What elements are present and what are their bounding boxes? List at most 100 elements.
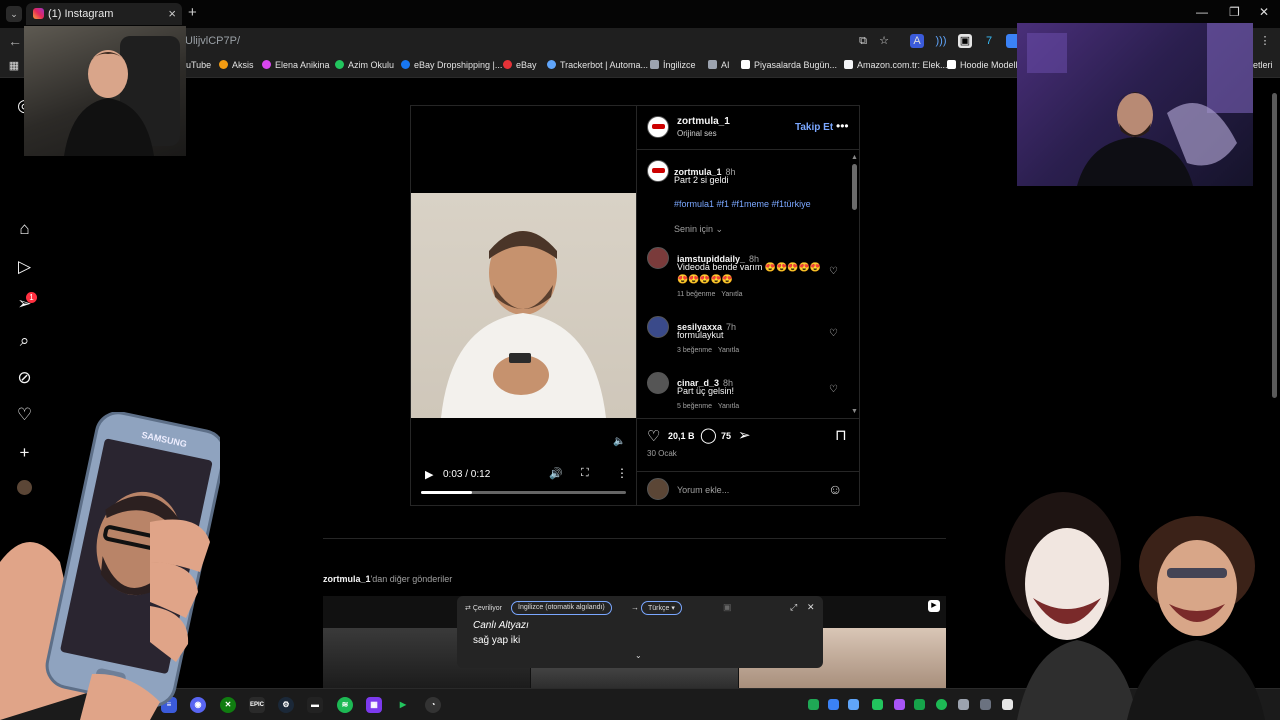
scrollbar-thumb[interactable] [852, 164, 857, 210]
comment-likes[interactable]: 3 beğenme [677, 347, 712, 354]
video-frame[interactable] [411, 193, 636, 418]
install-app-icon[interactable]: ⧉ [856, 34, 870, 48]
scroll-up-icon[interactable]: ▲ [851, 154, 858, 161]
reply-button[interactable]: Yanıtla [721, 291, 742, 298]
bookmark-item[interactable]: Trackerbot | Automa... [547, 60, 648, 70]
tray-icon[interactable] [828, 699, 839, 710]
chevron-down-icon[interactable]: ⌄ [635, 651, 642, 660]
bookmark-item[interactable]: Azim Okulu [335, 60, 394, 70]
more-posts-username[interactable]: zortmula_1 [323, 574, 371, 584]
app-icon[interactable]: ▬ [307, 697, 323, 713]
bookmark-item[interactable]: etleri [1253, 60, 1273, 70]
bookmark-item[interactable]: eBay Dropshipping |... [401, 60, 502, 70]
reply-button[interactable]: Yanıtla [718, 347, 739, 354]
bookmark-item[interactable]: eBay [503, 60, 537, 70]
like-count[interactable]: 20,1 B [668, 431, 695, 441]
reply-button[interactable]: Yanıtla [718, 403, 739, 410]
minimize-button[interactable]: — [1196, 5, 1208, 19]
extension-2-icon[interactable]: 7 [982, 34, 996, 48]
author-username[interactable]: zortmula_1 [677, 116, 730, 127]
caption-avatar[interactable] [647, 160, 669, 182]
tray-icon[interactable] [848, 699, 859, 710]
muted-indicator-icon[interactable]: 🔈 [613, 436, 625, 447]
steam-icon[interactable]: ⚙ [278, 697, 294, 713]
bookmark-star-icon[interactable]: ☆ [877, 34, 891, 48]
extension-icon[interactable]: ▣ [958, 34, 972, 48]
bookmark-item[interactable]: uTube [186, 60, 211, 70]
comment-like-icon[interactable]: ♡ [829, 328, 838, 339]
tray-icon[interactable] [808, 699, 819, 710]
emoji-icon[interactable]: ☺ [828, 481, 842, 497]
address-bar[interactable]: UlijvlCP7P/ [185, 35, 240, 47]
bookmark-folder[interactable]: AI [708, 60, 730, 70]
comment-likes[interactable]: 11 beğenme [677, 291, 715, 298]
fullscreen-icon[interactable]: ⛶ [581, 467, 589, 480]
target-language-select[interactable]: Türkçe ▾ [641, 601, 682, 615]
translate-extension-icon[interactable]: A [910, 34, 924, 48]
bookmark-item[interactable]: Hoodie Modelle [947, 60, 1023, 70]
author-avatar[interactable] [647, 116, 669, 138]
save-icon[interactable]: ⊓ [835, 426, 847, 444]
close-caption-icon[interactable]: ✕ [807, 602, 815, 613]
comment-meta: 3 beğenme Yanıtla [677, 347, 739, 354]
back-button[interactable]: ← [8, 33, 22, 49]
video-player[interactable]: 🔈 ▶ 0:03 / 0:12 🔊 ⛶ ⋮ [411, 106, 636, 505]
comment-likes[interactable]: 5 beğenme [677, 403, 712, 410]
play-button[interactable]: ▶ [425, 468, 433, 481]
caption-settings-icon[interactable]: ▣ [723, 602, 732, 613]
video-options-icon[interactable]: ⋮ [616, 466, 628, 480]
app-icon[interactable]: ▶ [395, 697, 411, 713]
browser-menu-icon[interactable]: ⋮ [1258, 34, 1272, 48]
comments-scrollbar[interactable]: ▲ ▼ [851, 154, 858, 416]
tray-icon[interactable] [980, 699, 991, 710]
bookmark-item[interactable]: Elena Anikina [262, 60, 330, 70]
maximize-button[interactable]: ❐ [1229, 5, 1240, 19]
expand-icon[interactable]: ⤢ [790, 602, 797, 613]
video-progress-bar[interactable] [421, 491, 626, 494]
like-icon[interactable]: ♡ [647, 427, 660, 445]
add-comment-input[interactable]: Yorum ekle... [677, 485, 729, 495]
more-options-icon[interactable]: ••• [836, 119, 849, 133]
bookmark-item[interactable]: Amazon.com.tr: Elek... [844, 60, 948, 70]
comment-icon[interactable]: ◯ [700, 426, 717, 444]
search-icon[interactable]: ⌕ [15, 331, 34, 350]
app-icon[interactable]: ▦ [366, 697, 382, 713]
comment-like-icon[interactable]: ♡ [829, 384, 838, 395]
app-icon[interactable]: ◔ [425, 697, 441, 713]
home-icon[interactable]: ⌂ [15, 219, 34, 238]
comment-like-icon[interactable]: ♡ [829, 266, 838, 277]
own-avatar [647, 478, 669, 500]
bookmark-item[interactable]: Piyasalarda Bugün... [741, 60, 837, 70]
scroll-down-icon[interactable]: ▼ [851, 408, 858, 415]
comment-sort[interactable]: Senin için ⌄ [674, 224, 723, 235]
reels-icon[interactable]: ▷ [15, 257, 34, 276]
xbox-icon[interactable]: ✕ [220, 697, 236, 713]
tray-icon[interactable] [958, 699, 969, 710]
tab-search-button[interactable]: ⌄ [6, 6, 22, 22]
caption-hashtags[interactable]: #formula1 #f1 #f1meme #f1türkiye [674, 198, 811, 210]
volume-icon[interactable]: 🔊 [549, 467, 563, 480]
tab-close-icon[interactable]: × [168, 6, 176, 21]
close-window-button[interactable]: ✕ [1259, 5, 1269, 19]
spotify-icon[interactable]: ≋ [337, 697, 353, 713]
apps-grid-icon[interactable]: ▦ [7, 59, 21, 73]
tray-icon[interactable] [914, 699, 925, 710]
explore-icon[interactable]: ⊘ [15, 368, 34, 387]
comment-avatar[interactable] [647, 316, 669, 338]
follow-button[interactable]: Takip Et [795, 122, 833, 133]
share-icon[interactable]: ➢ [738, 426, 751, 444]
voice-extension-icon[interactable]: ))) [934, 34, 948, 48]
epic-games-icon[interactable]: EPIC [249, 697, 265, 713]
audio-label[interactable]: Orijinal ses [677, 129, 717, 138]
comment-avatar[interactable] [647, 247, 669, 269]
tray-icon[interactable] [872, 699, 883, 710]
bookmark-folder[interactable]: İngilizce [650, 60, 696, 70]
browser-tab-instagram[interactable]: (1) Instagram × [26, 3, 182, 25]
tray-icon[interactable] [936, 699, 947, 710]
comment-avatar[interactable] [647, 372, 669, 394]
source-language-select[interactable]: İngilizce (otomatik algılandı) [511, 601, 612, 615]
tray-icon[interactable] [894, 699, 905, 710]
new-tab-button[interactable]: + [188, 4, 197, 21]
bookmark-item[interactable]: Aksis [219, 60, 254, 70]
page-scrollbar-thumb[interactable] [1272, 93, 1277, 398]
